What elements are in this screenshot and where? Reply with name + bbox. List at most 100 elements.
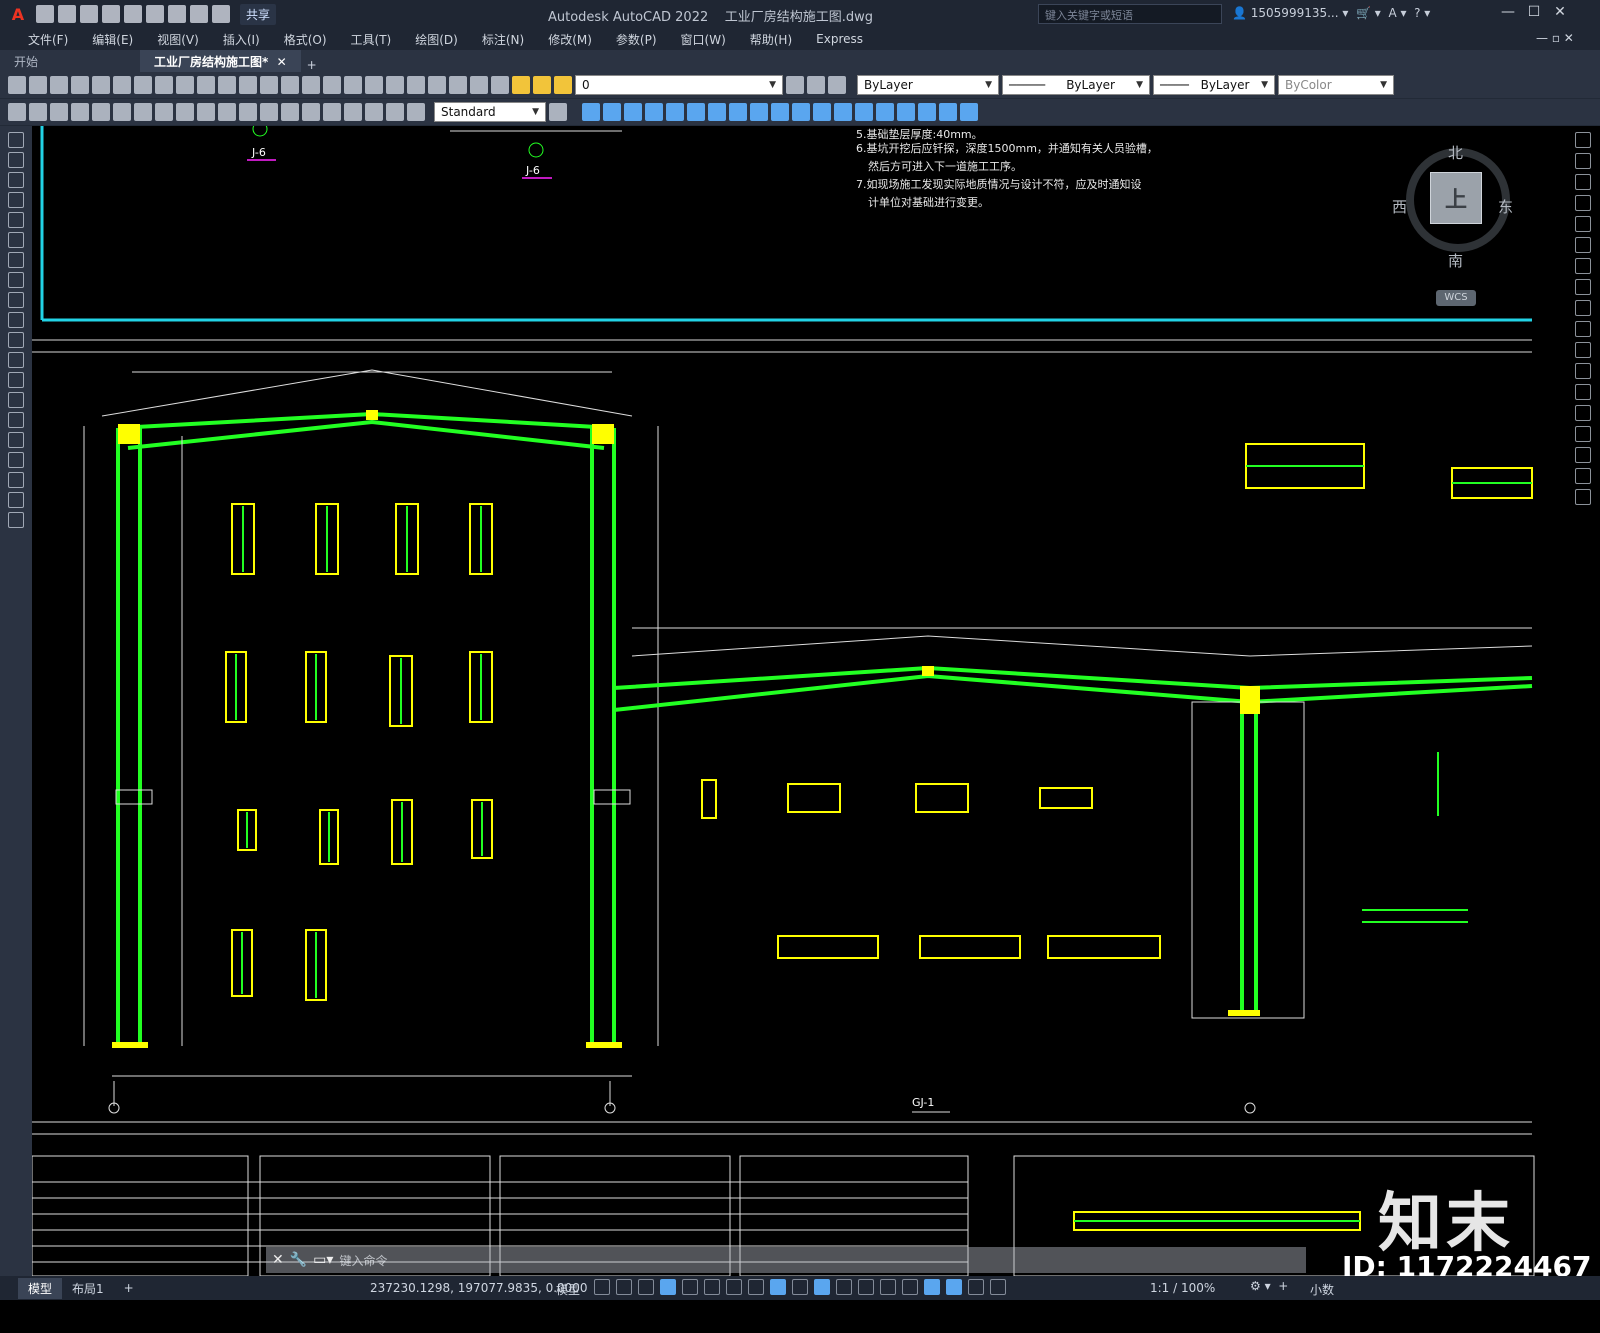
region-icon[interactable] <box>8 452 24 468</box>
menu-dimension[interactable]: 标注(N) <box>470 31 536 48</box>
explode-icon[interactable] <box>1575 489 1591 505</box>
view-right-icon[interactable] <box>645 103 663 121</box>
arc-icon[interactable] <box>8 232 24 248</box>
circle-icon[interactable] <box>8 252 24 268</box>
dim-diameter-icon[interactable] <box>134 103 152 121</box>
properties-icon[interactable] <box>344 76 362 94</box>
object-snap-tracking-icon[interactable] <box>748 1279 764 1295</box>
redo-icon[interactable] <box>239 76 257 94</box>
layer-dropdown[interactable]: 0 ▼ <box>575 75 783 95</box>
view-front-icon[interactable] <box>666 103 684 121</box>
mirror-icon[interactable] <box>1575 174 1591 190</box>
dim-text-edit-icon[interactable] <box>386 103 404 121</box>
dim-linear-icon[interactable] <box>8 103 26 121</box>
new-icon[interactable] <box>36 5 54 23</box>
copy-icon[interactable] <box>155 76 173 94</box>
sheet-set-icon[interactable] <box>407 76 425 94</box>
new-tab-button[interactable]: + <box>301 55 323 72</box>
array-icon[interactable] <box>1575 216 1591 232</box>
jogged-linear-icon[interactable] <box>344 103 362 121</box>
customize-icon[interactable]: 🔧 <box>290 1252 307 1268</box>
transparency-icon[interactable] <box>814 1279 830 1295</box>
revision-cloud-icon[interactable] <box>8 272 24 288</box>
close-icon[interactable]: ✕ <box>1548 4 1572 24</box>
blend-curves-icon[interactable] <box>1575 468 1591 484</box>
add-selected-icon[interactable] <box>8 512 24 528</box>
view-nw-iso-icon[interactable] <box>771 103 789 121</box>
tolerance-icon[interactable] <box>281 103 299 121</box>
preview-icon[interactable] <box>92 76 110 94</box>
move-icon[interactable] <box>1575 237 1591 253</box>
coordinates-readout[interactable]: 237230.1298, 197077.9835, 0.0000 <box>370 1281 588 1295</box>
undo-icon[interactable] <box>218 76 236 94</box>
stretch-icon[interactable] <box>1575 300 1591 316</box>
ortho-icon[interactable] <box>682 1279 698 1295</box>
snap-icon[interactable] <box>616 1279 632 1295</box>
maximize-icon[interactable]: ☐ <box>1522 4 1546 24</box>
lineweight-icon[interactable] <box>792 1279 808 1295</box>
minimize-icon[interactable]: — <box>1496 4 1520 24</box>
make-block-icon[interactable] <box>8 372 24 388</box>
polyline-icon[interactable] <box>8 172 24 188</box>
rotate-icon[interactable] <box>1575 258 1591 274</box>
compass-west[interactable]: 西 <box>1392 196 1407 217</box>
view-back-icon[interactable] <box>687 103 705 121</box>
new-layout-button[interactable]: + <box>114 1279 144 1297</box>
zoom-window-icon[interactable] <box>302 76 320 94</box>
calculator-icon[interactable] <box>449 76 467 94</box>
isodraft-icon[interactable] <box>726 1279 742 1295</box>
design-center-icon[interactable] <box>365 76 383 94</box>
menu-help[interactable]: 帮助(H) <box>738 31 804 48</box>
dim-angular-icon[interactable] <box>155 103 173 121</box>
doc-window-controls[interactable]: — ▫ ✕ <box>1536 31 1574 45</box>
view-top-icon[interactable] <box>582 103 600 121</box>
menu-edit[interactable]: 编辑(E) <box>80 31 145 48</box>
scale-icon[interactable] <box>1575 279 1591 295</box>
point-icon[interactable] <box>8 392 24 408</box>
save-web-icon[interactable] <box>146 5 164 23</box>
ucs-zaxis-icon[interactable] <box>960 103 978 121</box>
open-web-icon[interactable] <box>124 5 142 23</box>
break-at-point-icon[interactable] <box>1575 363 1591 379</box>
share-button[interactable]: 共享 <box>240 3 277 25</box>
save-icon[interactable] <box>80 5 98 23</box>
ucs-object-icon[interactable] <box>897 103 915 121</box>
close-command-line-icon[interactable]: ✕ <box>272 1252 284 1268</box>
menu-view[interactable]: 视图(V) <box>145 31 211 48</box>
view-bottom-icon[interactable] <box>603 103 621 121</box>
object-snap-icon[interactable] <box>770 1279 786 1295</box>
ellipse-icon[interactable] <box>8 312 24 328</box>
wcs-menu[interactable]: WCS <box>1436 290 1476 306</box>
cut-icon[interactable] <box>134 76 152 94</box>
workspace-gear-icon[interactable]: ⚙ ▾ + <box>1250 1279 1288 1293</box>
ucs-face-icon[interactable] <box>876 103 894 121</box>
3d-osnap-icon[interactable] <box>858 1279 874 1295</box>
auto-scale-icon[interactable] <box>968 1279 984 1295</box>
dim-ordinate-icon[interactable] <box>71 103 89 121</box>
construction-line-icon[interactable] <box>8 152 24 168</box>
zoom-realtime-icon[interactable] <box>281 76 299 94</box>
redo-icon[interactable] <box>212 5 230 23</box>
open-icon[interactable] <box>29 76 47 94</box>
compass-south[interactable]: 南 <box>1448 250 1463 271</box>
help-icon[interactable] <box>470 76 488 94</box>
copy-object-icon[interactable] <box>1575 153 1591 169</box>
inspection-icon[interactable] <box>323 103 341 121</box>
mtext-icon[interactable] <box>8 492 24 508</box>
dim-break-icon[interactable] <box>260 103 278 121</box>
ucs-origin-icon[interactable] <box>939 103 957 121</box>
compass-north[interactable]: 北 <box>1448 142 1463 163</box>
fillet-icon[interactable] <box>1575 447 1591 463</box>
command-input[interactable]: 键入命令 <box>339 1252 387 1269</box>
drawing-canvas[interactable]: 5.基础垫层厚度:40mm。 6.基坑开挖后应钎探，深度1500mm，并通知有关… <box>32 126 1566 1276</box>
dim-continue-icon[interactable] <box>218 103 236 121</box>
save-icon[interactable] <box>50 76 68 94</box>
line-icon[interactable] <box>8 132 24 148</box>
dim-update-icon[interactable] <box>407 103 425 121</box>
tool-palettes-icon[interactable] <box>386 76 404 94</box>
color-dropdown[interactable]: ByLayer ▼ <box>857 75 999 95</box>
chamfer-icon[interactable] <box>1575 426 1591 442</box>
trim-icon[interactable] <box>1575 321 1591 337</box>
dim-arc-icon[interactable] <box>50 103 68 121</box>
erase-icon[interactable] <box>1575 132 1591 148</box>
